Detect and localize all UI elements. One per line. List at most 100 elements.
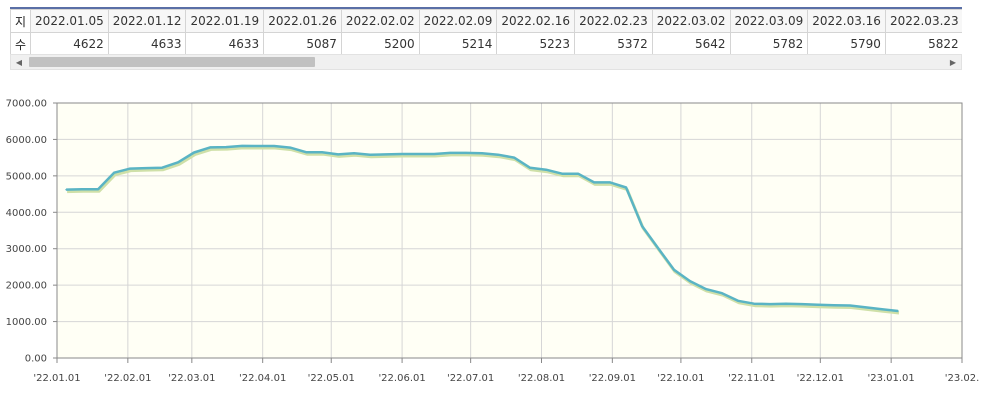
data-table: 지 2022.01.05 2022.01.12 2022.01.19 2022.01.… — [10, 9, 962, 56]
value-cell: 5782 — [729, 32, 809, 56]
data-point — [161, 166, 163, 169]
x-tick-label: '22.10.01 — [657, 373, 704, 384]
data-point — [177, 161, 179, 164]
data-point — [513, 156, 515, 159]
row-label-value: 수 — [10, 32, 32, 56]
value-cell: 5214 — [418, 32, 498, 56]
y-tick-label: 1000.00 — [6, 317, 47, 328]
data-point — [433, 153, 435, 155]
data-point — [273, 145, 275, 147]
y-tick-label: 0.00 — [25, 354, 47, 365]
data-point — [689, 280, 691, 282]
data-point — [849, 304, 851, 307]
data-point — [817, 304, 819, 306]
x-tick-label: '23.01.01 — [868, 373, 915, 384]
data-point — [449, 152, 451, 154]
value-cell: 4622 — [30, 32, 109, 56]
data-point — [113, 171, 115, 174]
data-point — [193, 151, 195, 154]
value-cell: 5200 — [340, 32, 420, 56]
plot-area — [57, 103, 962, 358]
data-point — [65, 188, 67, 191]
line-chart: 0.00 1000.00 2000.00 3000.00 4000.00 5000.00 6… — [6, 99, 980, 385]
data-point — [145, 167, 147, 169]
data-point — [481, 152, 483, 155]
data-point — [705, 288, 707, 290]
value-row: 수 4622 4633 4633 5087 5200 5214 5223 5372 5642 57… — [10, 32, 962, 56]
data-point — [641, 225, 643, 227]
y-tick-label: 6000.00 — [6, 135, 47, 146]
data-point — [465, 152, 467, 154]
data-point — [353, 152, 355, 155]
data-point — [865, 306, 867, 309]
x-tick-label: '22.07.01 — [447, 373, 494, 384]
date-cell: 2022.02.23 — [574, 9, 653, 33]
x-tick-label: '22.08.01 — [518, 373, 565, 384]
data-point — [673, 269, 675, 271]
data-point — [625, 186, 627, 189]
date-cell: 2022.03.02 — [651, 9, 731, 33]
data-point — [417, 153, 419, 155]
scrollbar-thumb[interactable] — [29, 57, 315, 67]
value-cell: 5223 — [496, 32, 576, 56]
horizontal-scrollbar[interactable]: ◀ ▶ — [10, 54, 962, 70]
date-cell: 2022.03.16 — [807, 9, 886, 33]
data-point — [369, 153, 371, 156]
date-cell: 2022.03.09 — [729, 9, 809, 33]
triangle-right-icon[interactable]: ▶ — [945, 55, 961, 69]
data-point — [257, 145, 259, 147]
data-point — [385, 153, 387, 156]
y-tick-label: 5000.00 — [6, 171, 47, 182]
y-tick-label: 2000.00 — [6, 281, 47, 292]
data-point — [753, 302, 755, 305]
data-point — [209, 146, 211, 149]
data-point — [561, 172, 563, 175]
x-tick-label: '22.05.01 — [308, 373, 355, 384]
y-tick-label: 3000.00 — [6, 244, 47, 255]
triangle-left-icon[interactable]: ◀ — [11, 55, 27, 69]
date-cell: 2022.03.23 — [884, 9, 962, 33]
x-tick-label: '23.02. — [945, 373, 980, 384]
value-cell: 4633 — [107, 32, 187, 56]
data-point — [833, 304, 835, 306]
date-cell: 2022.01.26 — [263, 9, 342, 33]
date-cell: 2022.01.12 — [107, 9, 187, 33]
value-cell: 4633 — [185, 32, 265, 56]
y-tick-label: 4000.00 — [6, 208, 47, 219]
date-cell: 2022.01.05 — [30, 9, 109, 33]
data-point — [801, 303, 803, 305]
data-point — [241, 145, 243, 147]
data-point — [289, 146, 291, 149]
date-cell: 2022.01.19 — [185, 9, 265, 33]
value-cell: 5087 — [263, 32, 342, 56]
data-point — [609, 181, 611, 184]
data-point — [785, 302, 787, 305]
data-point — [881, 308, 883, 310]
data-point — [769, 303, 771, 305]
data-point — [401, 153, 403, 155]
x-tick-label: '22.12.01 — [797, 373, 844, 384]
data-point — [593, 181, 595, 184]
value-cell: 5790 — [807, 32, 886, 56]
date-header-row: 지 2022.01.05 2022.01.12 2022.01.19 2022.01.… — [10, 9, 962, 33]
data-point — [497, 153, 499, 156]
value-cell: 5372 — [574, 32, 653, 56]
data-point — [129, 167, 131, 170]
value-cell: 5822 — [884, 32, 962, 56]
x-tick-label: '22.02.01 — [104, 373, 151, 384]
data-point — [97, 188, 99, 191]
x-tick-label: '22.09.01 — [589, 373, 636, 384]
date-cell: 2022.02.09 — [418, 9, 498, 33]
data-point — [657, 247, 659, 249]
data-point — [737, 300, 739, 302]
data-point — [81, 188, 83, 191]
data-point — [529, 167, 531, 169]
y-tick-label: 7000.00 — [6, 99, 47, 110]
data-point — [721, 292, 723, 294]
data-point — [337, 153, 339, 156]
x-tick-label: '22.03.01 — [168, 373, 215, 384]
data-point — [305, 151, 307, 153]
date-cell: 2022.02.16 — [496, 9, 576, 33]
x-tick-label: '22.06.01 — [378, 373, 425, 384]
x-tick-label: '22.01.01 — [33, 373, 80, 384]
